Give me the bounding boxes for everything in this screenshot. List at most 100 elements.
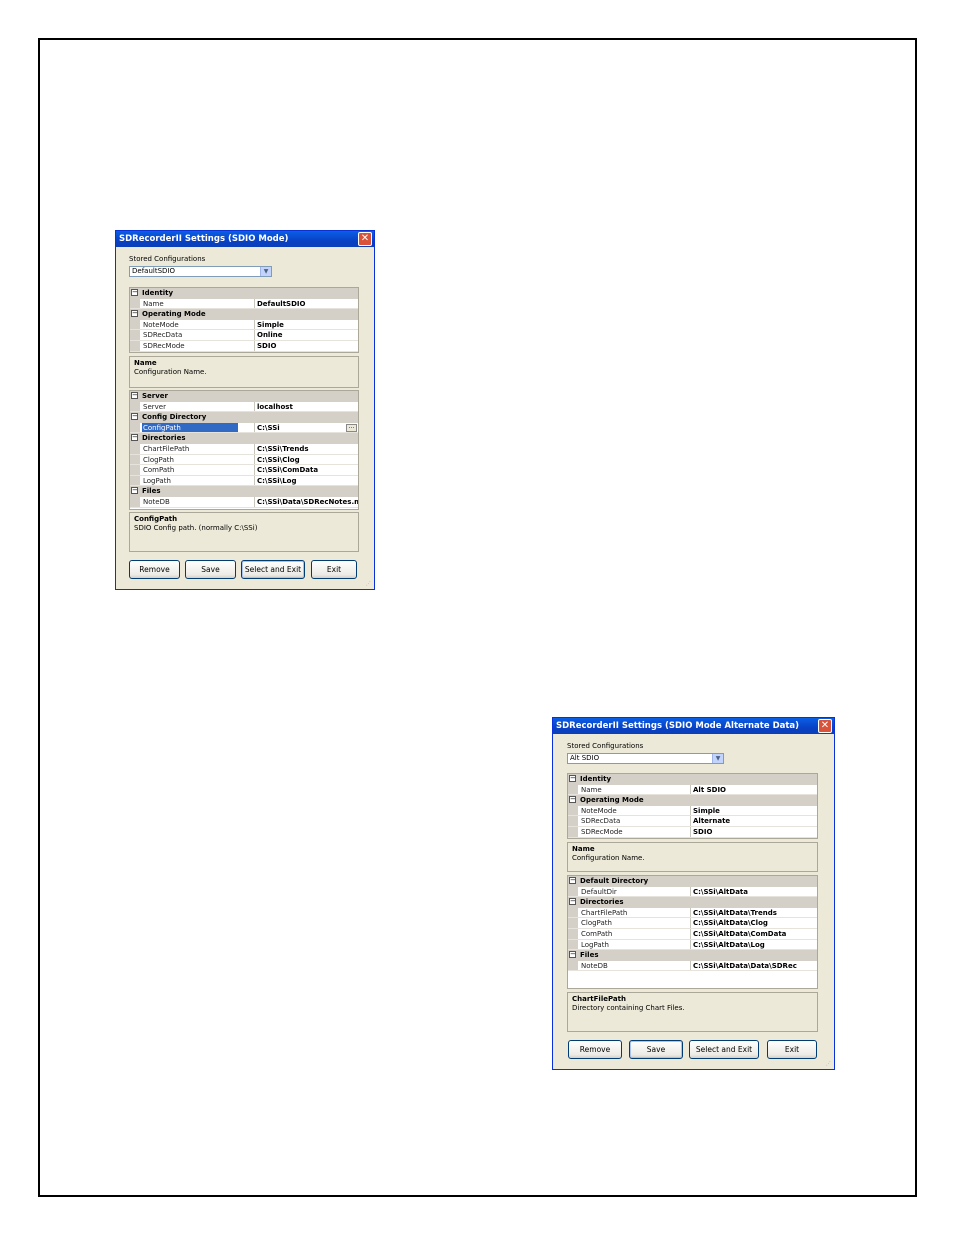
- property-name[interactable]: LogPath: [142, 476, 238, 486]
- property-value[interactable]: C:\SSi: [254, 422, 358, 433]
- property-name[interactable]: ChartFilePath: [142, 444, 238, 454]
- property-value[interactable]: C:\SSi\AltData\Log: [690, 939, 817, 950]
- exit-button[interactable]: Exit: [767, 1040, 817, 1059]
- property-value[interactable]: localhost: [254, 401, 358, 412]
- close-icon[interactable]: ✕: [358, 232, 372, 246]
- collapse-icon[interactable]: −: [131, 434, 138, 442]
- property-value[interactable]: C:\SSi\Clog: [254, 454, 358, 465]
- property-value[interactable]: C:\SSi\AltData\Data\SDRec: [690, 960, 817, 971]
- property-row[interactable]: Name DefaultSDIO: [130, 298, 358, 310]
- category-row[interactable]: − Operating Mode: [130, 309, 358, 320]
- property-row[interactable]: SDRecMode SDIO: [568, 826, 817, 838]
- category-row[interactable]: − Default Directory: [568, 876, 817, 887]
- property-value[interactable]: C:\SSi\AltData\ComData: [690, 928, 817, 939]
- property-name[interactable]: ClogPath: [580, 918, 676, 928]
- property-row[interactable]: ChartFilePath C:\SSi\AltData\Trends: [568, 907, 817, 919]
- property-row[interactable]: ChartFilePath C:\SSi\Trends: [130, 443, 358, 455]
- property-value[interactable]: Simple: [690, 805, 817, 816]
- property-name[interactable]: Name: [142, 299, 238, 309]
- property-value[interactable]: C:\SSi\Trends: [254, 443, 358, 454]
- category-row[interactable]: − Directories: [568, 897, 817, 908]
- category-row[interactable]: − Identity: [568, 774, 817, 785]
- property-name[interactable]: ComPath: [580, 929, 676, 939]
- exit-button[interactable]: Exit: [311, 560, 357, 579]
- category-row[interactable]: − Server: [130, 391, 358, 402]
- property-row[interactable]: DefaultDir C:\SSi\AltData: [568, 886, 817, 898]
- property-name[interactable]: LogPath: [580, 940, 676, 950]
- property-value[interactable]: C:\SSi\AltData\Clog: [690, 918, 817, 928]
- property-name[interactable]: ConfigPath: [142, 422, 238, 433]
- remove-button[interactable]: Remove: [129, 560, 180, 579]
- property-row[interactable]: LogPath C:\SSi\AltData\Log: [568, 939, 817, 951]
- category-row[interactable]: − Operating Mode: [568, 795, 817, 806]
- property-value[interactable]: SDIO: [254, 340, 358, 351]
- select-and-exit-button[interactable]: Select and Exit: [241, 560, 305, 579]
- property-value[interactable]: Alternate: [690, 816, 817, 826]
- property-name[interactable]: SDRecData: [580, 816, 676, 826]
- property-row[interactable]: ComPath C:\SSi\AltData\ComData: [568, 928, 817, 940]
- property-row[interactable]: SDRecData Alternate: [568, 816, 817, 827]
- category-row[interactable]: − Identity: [130, 288, 358, 299]
- collapse-icon[interactable]: −: [569, 898, 576, 906]
- property-name[interactable]: ClogPath: [142, 455, 238, 465]
- property-value[interactable]: Simple: [254, 319, 358, 330]
- property-row[interactable]: ClogPath C:\SSi\Clog: [130, 454, 358, 466]
- remove-button[interactable]: Remove: [568, 1040, 622, 1059]
- property-row[interactable]: ClogPath C:\SSi\AltData\Clog: [568, 918, 817, 929]
- property-value[interactable]: C:\SSi\Log: [254, 475, 358, 486]
- property-row[interactable]: NoteMode Simple: [130, 319, 358, 331]
- property-name[interactable]: DefaultDir: [580, 887, 676, 897]
- property-value[interactable]: C:\SSi\AltData: [690, 886, 817, 897]
- save-button[interactable]: Save: [629, 1040, 683, 1059]
- property-row[interactable]: ComPath C:\SSi\ComData: [130, 465, 358, 476]
- collapse-icon[interactable]: −: [131, 487, 138, 495]
- resize-grip-icon[interactable]: ⋰: [366, 581, 372, 587]
- category-row[interactable]: − Files: [568, 950, 817, 961]
- collapse-icon[interactable]: −: [569, 877, 576, 884]
- collapse-icon[interactable]: −: [569, 796, 576, 804]
- property-name[interactable]: NoteMode: [142, 320, 238, 330]
- property-value[interactable]: SDIO: [690, 826, 817, 837]
- collapse-icon[interactable]: −: [131, 392, 138, 399]
- property-row[interactable]: NoteMode Simple: [568, 805, 817, 817]
- resize-grip-icon[interactable]: ⋰: [826, 1061, 832, 1067]
- property-row[interactable]: NoteDB C:\SSi\Data\SDRecNotes.m: [130, 496, 358, 508]
- property-name[interactable]: ComPath: [142, 465, 238, 475]
- property-value[interactable]: C:\SSi\Data\SDRecNotes.m: [254, 496, 358, 507]
- property-row[interactable]: Server localhost: [130, 401, 358, 413]
- property-row[interactable]: SDRecMode SDIO: [130, 340, 358, 352]
- browse-button[interactable]: ...: [346, 423, 357, 432]
- property-name[interactable]: NoteDB: [142, 497, 238, 507]
- property-name[interactable]: NoteMode: [580, 806, 676, 816]
- collapse-icon[interactable]: −: [131, 289, 138, 296]
- chevron-down-icon[interactable]: ▼: [712, 754, 723, 763]
- category-row[interactable]: − Directories: [130, 433, 358, 444]
- property-row[interactable]: LogPath C:\SSi\Log: [130, 475, 358, 487]
- property-name[interactable]: SDRecMode: [580, 827, 676, 837]
- property-name[interactable]: SDRecMode: [142, 341, 238, 351]
- category-row[interactable]: − Files: [130, 486, 358, 497]
- property-name[interactable]: Server: [142, 402, 238, 412]
- property-row[interactable]: SDRecData Online: [130, 330, 358, 341]
- select-and-exit-button[interactable]: Select and Exit: [689, 1040, 759, 1059]
- property-name[interactable]: NoteDB: [580, 961, 676, 971]
- category-row[interactable]: − Config Directory: [130, 412, 358, 423]
- property-value[interactable]: Online: [254, 330, 358, 340]
- stored-configurations-select[interactable]: Alt SDIO ▼: [567, 753, 724, 764]
- stored-configurations-select[interactable]: DefaultSDIO ▼: [129, 266, 272, 277]
- property-value[interactable]: C:\SSi\ComData: [254, 465, 358, 475]
- collapse-icon[interactable]: −: [131, 413, 138, 421]
- property-name[interactable]: Name: [580, 785, 676, 795]
- property-row[interactable]: ConfigPath C:\SSi...: [130, 422, 358, 434]
- collapse-icon[interactable]: −: [569, 775, 576, 782]
- property-value[interactable]: C:\SSi\AltData\Trends: [690, 907, 817, 918]
- property-row[interactable]: NoteDB C:\SSi\AltData\Data\SDRec: [568, 960, 817, 972]
- property-value[interactable]: Alt SDIO: [690, 784, 817, 795]
- property-name[interactable]: ChartFilePath: [580, 908, 676, 918]
- property-row[interactable]: Name Alt SDIO: [568, 784, 817, 796]
- save-button[interactable]: Save: [185, 560, 236, 579]
- property-name[interactable]: SDRecData: [142, 330, 238, 340]
- chevron-down-icon[interactable]: ▼: [260, 267, 271, 276]
- close-icon[interactable]: ✕: [818, 719, 832, 733]
- collapse-icon[interactable]: −: [131, 310, 138, 318]
